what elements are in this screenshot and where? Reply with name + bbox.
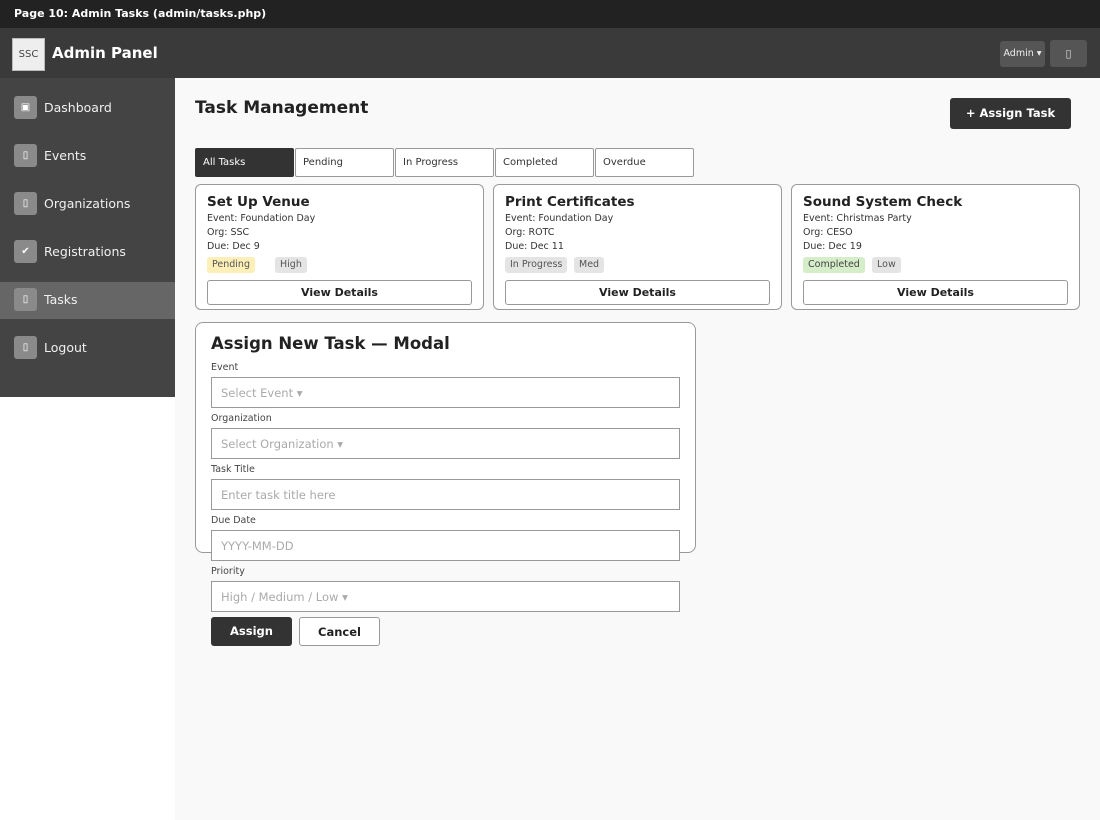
assign-button[interactable]: Assign (211, 617, 292, 646)
task-org: Org: CESO (803, 227, 853, 238)
view-details-button[interactable]: View Details (803, 280, 1068, 305)
task-title: Set Up Venue (207, 194, 310, 210)
sidebar-item-logout[interactable]: ▯ Logout (0, 330, 175, 367)
task-event: Event: Christmas Party (803, 213, 912, 224)
task-card: Set Up Venue Event: Foundation Day Org: … (195, 184, 484, 310)
sidebar-item-label: Organizations (44, 196, 131, 211)
sidebar-item-label: Logout (44, 340, 87, 355)
top-bar: SSC Admin Panel Admin ▾ ▯ (0, 28, 1100, 78)
due-date-label: Due Date (211, 515, 256, 526)
task-card: Print Certificates Event: Foundation Day… (493, 184, 782, 310)
priority-badge: High (275, 257, 307, 273)
task-event: Event: Foundation Day (207, 213, 316, 224)
status-badge: Completed (803, 257, 865, 273)
status-badge: In Progress (505, 257, 568, 273)
modal-title: Assign New Task — Modal (211, 334, 450, 353)
sidebar-item-dashboard[interactable]: ▣ Dashboard (0, 90, 175, 127)
priority-badge: Med (574, 257, 605, 273)
admin-user-dropdown[interactable]: Admin ▾ (1000, 41, 1045, 67)
app-title: Admin Panel (52, 44, 158, 62)
sidebar-item-organizations[interactable]: ▯ Organizations (0, 186, 175, 223)
sidebar-item-label: Tasks (44, 292, 78, 307)
sidebar: ▣ Dashboard ▯ Events ▯ Organizations ✔ R… (0, 78, 175, 397)
assign-task-button[interactable]: + Assign Task (950, 98, 1071, 129)
dashboard-icon: ▣ (14, 96, 37, 119)
logout-icon: ▯ (14, 336, 37, 359)
event-label: Event (211, 362, 239, 373)
tab-all-tasks[interactable]: All Tasks (195, 148, 294, 177)
view-details-button[interactable]: View Details (505, 280, 770, 305)
organization-select[interactable]: Select Organization ▾ (211, 428, 680, 459)
tasks-icon: ▯ (14, 288, 37, 311)
tab-completed[interactable]: Completed (495, 148, 594, 177)
cancel-button[interactable]: Cancel (299, 617, 380, 646)
organization-label: Organization (211, 413, 272, 424)
priority-badge: Low (872, 257, 901, 273)
checkmark-icon: ✔ (14, 240, 37, 263)
sidebar-item-label: Registrations (44, 244, 126, 259)
task-due: Due: Dec 11 (505, 241, 564, 252)
task-org: Org: ROTC (505, 227, 555, 238)
ssc-logo: SSC (12, 38, 45, 71)
sidebar-item-registrations[interactable]: ✔ Registrations (0, 234, 175, 271)
event-select[interactable]: Select Event ▾ (211, 377, 680, 408)
task-title: Sound System Check (803, 194, 963, 210)
page-label: Page 10: Admin Tasks (admin/tasks.php) (0, 0, 1100, 28)
task-due: Due: Dec 9 (207, 241, 260, 252)
task-org: Org: SSC (207, 227, 250, 238)
header-icon-button[interactable]: ▯ (1050, 40, 1087, 67)
page-title: Task Management (195, 98, 369, 118)
sidebar-item-events[interactable]: ▯ Events (0, 138, 175, 175)
priority-select[interactable]: High / Medium / Low ▾ (211, 581, 680, 612)
sidebar-item-tasks[interactable]: ▯ Tasks (0, 282, 175, 319)
priority-label: Priority (211, 566, 245, 577)
sidebar-item-label: Events (44, 148, 87, 163)
status-badge: Pending (207, 257, 255, 273)
tab-in-progress[interactable]: In Progress (395, 148, 494, 177)
task-card: Sound System Check Event: Christmas Part… (791, 184, 1080, 310)
organizations-icon: ▯ (14, 192, 37, 215)
tab-overdue[interactable]: Overdue (595, 148, 694, 177)
task-title-label: Task Title (211, 464, 255, 475)
sidebar-item-label: Dashboard (44, 100, 112, 115)
task-title-input[interactable]: Enter task title here (211, 479, 680, 510)
view-details-button[interactable]: View Details (207, 280, 472, 305)
tab-pending[interactable]: Pending (295, 148, 394, 177)
events-icon: ▯ (14, 144, 37, 167)
task-title: Print Certificates (505, 194, 635, 210)
task-event: Event: Foundation Day (505, 213, 614, 224)
task-due: Due: Dec 19 (803, 241, 862, 252)
due-date-input[interactable]: YYYY-MM-DD (211, 530, 680, 561)
